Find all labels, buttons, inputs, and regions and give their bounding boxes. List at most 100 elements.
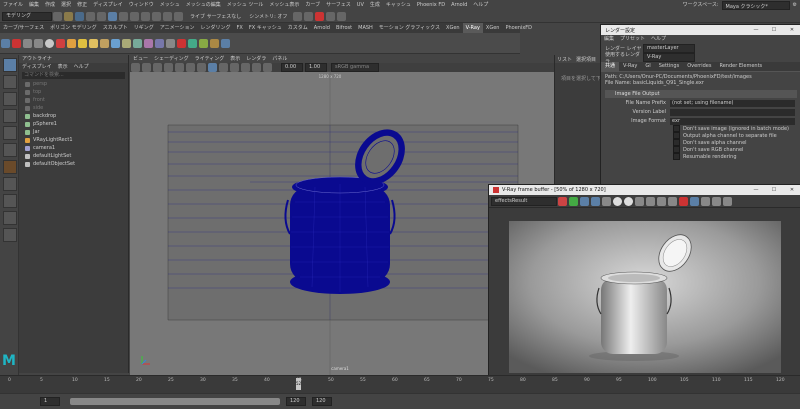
smooth-shade-icon[interactable] (219, 63, 228, 72)
snap-grid-icon[interactable] (141, 11, 150, 21)
menu-item[interactable]: 生成 (367, 0, 383, 10)
menu-item[interactable]: 編集 (26, 0, 42, 10)
snap-curve-icon[interactable] (152, 11, 161, 21)
bookmark-icon[interactable] (153, 63, 162, 72)
playback-end-field[interactable]: 120 (312, 397, 332, 406)
workspace-select[interactable]: Maya クラシック* (721, 0, 790, 10)
lens-effects-icon[interactable] (712, 196, 721, 206)
snap-point-icon[interactable] (163, 11, 172, 21)
outliner-item[interactable]: Jar (19, 128, 128, 136)
vray-light-sphere-icon[interactable] (78, 38, 87, 48)
menu-item[interactable]: カーブ (302, 0, 323, 10)
viewport-menu-item[interactable]: シェーディング (151, 55, 192, 63)
ipr-icon[interactable] (701, 196, 710, 206)
select-tool-icon[interactable] (3, 58, 17, 72)
menu-item[interactable]: メッシュ ツール (224, 0, 267, 10)
vray-attributes-icon[interactable] (177, 38, 186, 48)
render-settings-tab[interactable]: GI (641, 62, 654, 71)
vray-light-rect-icon[interactable] (67, 38, 76, 48)
vray-ipr-icon[interactable] (34, 38, 43, 48)
menu-item[interactable]: サーフェス (323, 0, 354, 10)
render-settings-tab[interactable]: Overrides (683, 62, 715, 71)
select-component-icon[interactable] (130, 11, 139, 21)
shelf-tab[interactable]: モーション グラフィックス (376, 23, 443, 33)
outliner-item[interactable]: camera1 (19, 144, 128, 152)
alpha-channel-icon[interactable] (591, 196, 600, 206)
outliner-item[interactable]: pSphere1 (19, 120, 128, 128)
menu-item[interactable]: メッシュ表示 (266, 0, 302, 10)
range-start-field[interactable]: 1 (40, 397, 60, 406)
menu-item[interactable]: 作成 (42, 0, 58, 10)
settings-field-input[interactable]: (not set; using filename) (670, 99, 795, 107)
menu-item[interactable]: Phoenix FD (414, 0, 448, 10)
save-scene-icon[interactable] (75, 11, 84, 21)
menu-item[interactable]: Arnold (448, 0, 470, 10)
shadows-icon[interactable] (252, 63, 261, 72)
vray-vrmesh-icon[interactable] (210, 38, 219, 48)
phoenix-fire-icon[interactable] (3, 160, 17, 174)
resolution-gate-icon[interactable] (197, 63, 206, 72)
vray-object-properties-icon[interactable] (166, 38, 175, 48)
vray-framebuffer-icon[interactable] (45, 38, 54, 48)
shelf-tab[interactable]: FX (234, 23, 246, 33)
region-render-icon[interactable] (668, 196, 677, 206)
clear-image-icon[interactable] (635, 196, 644, 206)
fb-minimize-icon[interactable]: — (747, 187, 765, 193)
blue-channel-icon[interactable] (580, 196, 589, 206)
shelf-tab[interactable]: XGen (443, 23, 463, 33)
vray-render-icon[interactable] (337, 11, 347, 21)
shelf-tab[interactable]: レンダリング (198, 23, 234, 33)
history-icon[interactable] (723, 196, 732, 206)
minimize-icon[interactable]: — (747, 27, 765, 33)
shelf-settings-icon[interactable] (1, 38, 10, 48)
settings-checkbox-row[interactable]: Don't save RGB channel (601, 146, 800, 153)
settings-checkbox-row[interactable]: Don't save alpha channel (601, 139, 800, 146)
select-object-icon[interactable] (119, 11, 128, 21)
vray-scene-icon[interactable] (199, 38, 208, 48)
vray-render-shelf-icon[interactable] (23, 38, 32, 48)
image-plane-icon[interactable] (164, 63, 173, 72)
outliner-menu-item[interactable]: 表示 (55, 63, 71, 71)
vray-light-dome-icon[interactable] (89, 38, 98, 48)
close-icon[interactable]: ✕ (783, 27, 800, 33)
layout-icon[interactable] (3, 211, 17, 225)
viewport-menu-item[interactable]: レンダラ (243, 55, 269, 63)
vray-sun-icon[interactable] (111, 38, 120, 48)
render-view[interactable] (489, 208, 800, 393)
range-end-field[interactable]: 120 (286, 397, 306, 406)
viewport-menu-item[interactable]: パネル (269, 55, 290, 63)
tab-list[interactable]: リスト (555, 56, 574, 63)
render-settings-icon[interactable] (315, 11, 325, 21)
mode-select[interactable]: モデリング (2, 11, 52, 21)
settings-field-input[interactable]: exr (670, 117, 795, 125)
outliner-menu-item[interactable]: ディスプレイ (19, 63, 55, 71)
menu-item[interactable]: 修正 (74, 0, 90, 10)
render-settings-menu-item[interactable]: ヘルプ (648, 35, 669, 44)
colorspace-select[interactable]: sRGB gamma (331, 63, 379, 72)
vray-toon-icon[interactable] (188, 38, 197, 48)
settings-field-input[interactable] (670, 108, 795, 116)
render-settings-tab[interactable]: Render Elements (715, 62, 766, 71)
menu-item[interactable]: ファイル (0, 0, 26, 10)
render-icon[interactable] (690, 196, 699, 206)
shelf-tab[interactable]: Bifrost (333, 23, 355, 33)
outliner-item[interactable]: side (19, 104, 128, 112)
shelf-tab[interactable]: カスタム (285, 23, 311, 33)
menu-item[interactable]: キャッシュ (383, 0, 414, 10)
mono-icon[interactable] (602, 196, 611, 206)
vray-shelf-extra-icon[interactable] (221, 38, 230, 48)
outliner-item[interactable]: front (19, 96, 128, 104)
vray-logo-icon[interactable] (12, 38, 21, 48)
settings-checkbox-row[interactable]: Output alpha channel to separate file (601, 132, 800, 139)
fb-maximize-icon[interactable]: ☐ (765, 187, 783, 193)
shelf-tab[interactable]: FX キャッシュ (246, 23, 285, 33)
outliner-item[interactable]: defaultObjectSet (19, 160, 128, 168)
scale-tool-icon[interactable] (3, 143, 17, 157)
redo-icon[interactable] (97, 11, 106, 21)
ipr-render-icon[interactable] (304, 11, 314, 21)
lasso-tool-icon[interactable] (3, 75, 17, 89)
outliner-layout-icon[interactable] (3, 228, 17, 242)
undo-icon[interactable] (86, 11, 95, 21)
time-field[interactable]: 0.00 (281, 63, 303, 72)
image-file-output-section[interactable]: Image File Output (605, 90, 797, 98)
